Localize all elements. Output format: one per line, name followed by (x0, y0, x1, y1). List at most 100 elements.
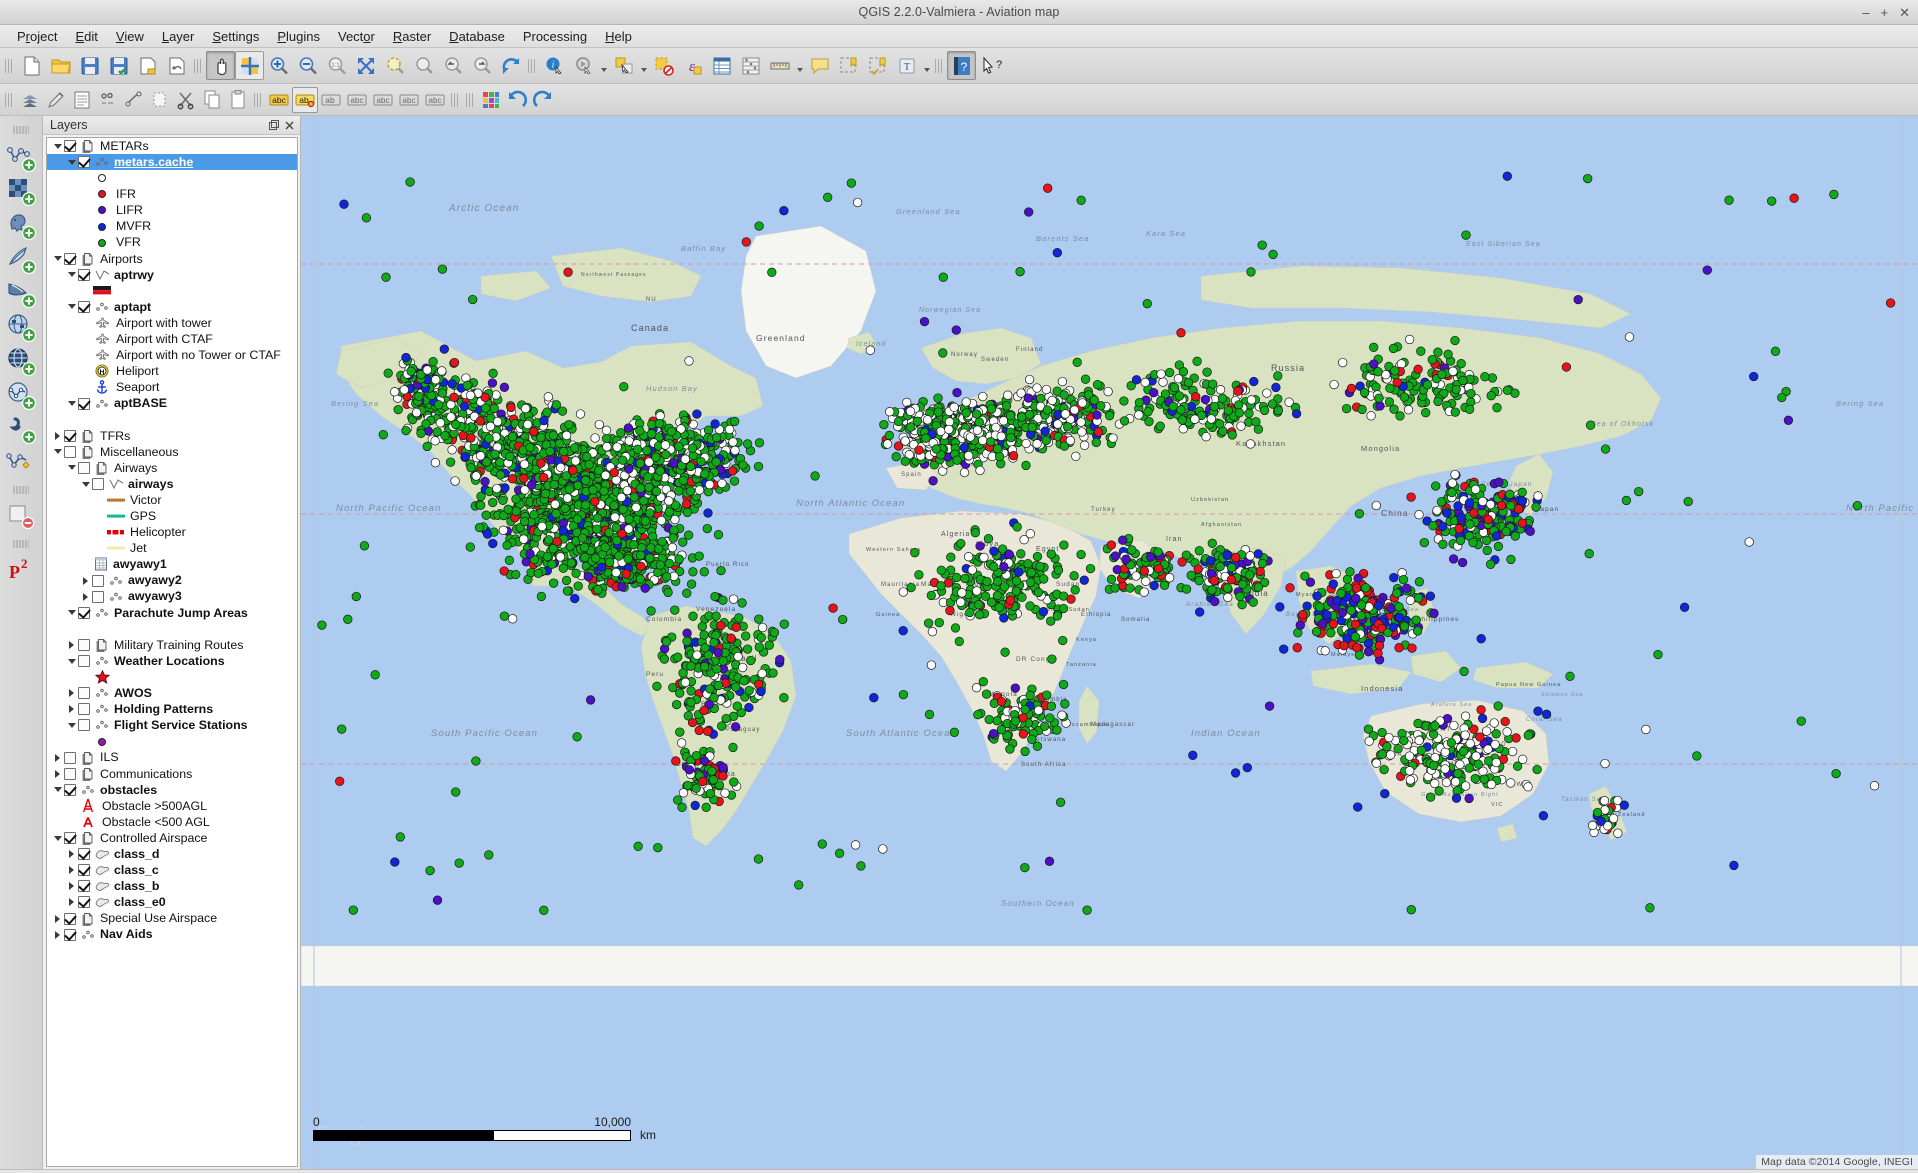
menu-database[interactable]: Database (440, 26, 514, 47)
collapse-arrow-icon[interactable] (65, 461, 78, 474)
legend-symbol-row[interactable] (47, 669, 297, 685)
text-annotation-icon[interactable]: T (892, 51, 921, 80)
toolbar-grip[interactable] (466, 88, 475, 111)
layer-row-parachute-jump-areas[interactable]: Parachute Jump Areas (47, 605, 297, 621)
label-pin-icon[interactable]: abc (396, 87, 422, 113)
legend-symbol-row[interactable] (47, 733, 297, 749)
layer-row-holding-patterns[interactable]: Holding Patterns (47, 701, 297, 717)
collapse-arrow-icon[interactable] (65, 719, 78, 732)
layer-row-aptbase[interactable]: aptBASE (47, 396, 297, 412)
run-feature-action-icon[interactable] (569, 51, 598, 80)
layer-row-communications[interactable]: Communications (47, 766, 297, 782)
menu-project[interactable]: Project (8, 26, 66, 47)
layer-row-class-b[interactable]: class_b (47, 878, 297, 894)
layer-row-awos[interactable]: AWOS (47, 685, 297, 701)
composer-manager-icon[interactable] (162, 51, 191, 80)
toolbar-grip[interactable] (5, 54, 14, 77)
legend-symbol-row[interactable] (47, 283, 297, 299)
label-layer-icon[interactable]: abc (266, 87, 292, 113)
layer-row-miscellaneous[interactable]: Miscellaneous (47, 444, 297, 460)
layer-visibility-checkbox[interactable] (64, 429, 76, 442)
chevron-down-icon[interactable] (598, 53, 609, 79)
layer-row-controlled-airspace[interactable]: Controlled Airspace (47, 830, 297, 846)
label-change-icon[interactable]: abc (370, 87, 396, 113)
add-wfs-layer-icon[interactable] (4, 378, 38, 412)
layer-row-jet[interactable]: Jet (47, 540, 297, 556)
toolbar-grip[interactable] (451, 88, 460, 111)
add-wcs-layer-icon[interactable] (4, 344, 38, 378)
legend-symbol-row[interactable] (47, 621, 297, 637)
collapse-arrow-icon[interactable] (51, 445, 64, 458)
layer-visibility-checkbox[interactable] (78, 268, 90, 281)
add-vector-layer-icon[interactable] (4, 140, 38, 174)
label-move-icon[interactable]: ab (318, 87, 344, 113)
add-wms-layer-icon[interactable] (4, 310, 38, 344)
remove-layer-icon[interactable] (4, 500, 38, 534)
layer-row-airways[interactable]: airways (47, 476, 297, 492)
layer-visibility-checkbox[interactable] (78, 703, 90, 716)
toolbar-grip[interactable] (254, 88, 263, 111)
zoom-in-icon[interactable] (264, 51, 293, 80)
node-tool-icon[interactable] (121, 87, 147, 113)
map-canvas[interactable]: Arctic Ocean Greenland Sea Barents Sea Kara… (301, 116, 1918, 1169)
open-attribute-table-icon[interactable] (707, 51, 736, 80)
layer-visibility-checkbox[interactable] (78, 300, 90, 313)
collapse-arrow-icon[interactable] (51, 832, 64, 845)
refresh-icon[interactable] (496, 51, 525, 80)
layer-visibility-checkbox[interactable] (78, 848, 90, 861)
layer-row-helicopter[interactable]: Helicopter (47, 524, 297, 540)
layer-row-class-e0[interactable]: class_e0 (47, 894, 297, 910)
layer-row-aptapt[interactable]: aptapt (47, 299, 297, 315)
expand-arrow-icon[interactable] (65, 638, 78, 651)
zoom-next-icon[interactable] (467, 51, 496, 80)
rail-grip[interactable] (13, 485, 29, 494)
layer-row-victor[interactable]: Victor (47, 492, 297, 508)
pan-to-selection-icon[interactable] (235, 51, 264, 80)
select-features-icon[interactable] (609, 51, 638, 80)
menu-help[interactable]: Help (596, 26, 641, 47)
panel-close-icon[interactable] (283, 119, 296, 132)
deselect-features-icon[interactable] (649, 51, 678, 80)
rail-grip[interactable] (13, 125, 29, 134)
layer-row-obstacle-500agl[interactable]: Obstacle >500AGL (47, 798, 297, 814)
layer-visibility-checkbox[interactable] (64, 140, 76, 153)
measure-line-icon[interactable] (765, 51, 794, 80)
layer-visibility-checkbox[interactable] (78, 719, 90, 732)
layer-row-weather-locations[interactable]: Weather Locations (47, 653, 297, 669)
expand-arrow-icon[interactable] (65, 687, 78, 700)
expand-arrow-icon[interactable] (51, 429, 64, 442)
add-mssql-layer-icon[interactable] (4, 276, 38, 310)
label-rotate-icon[interactable]: abc (344, 87, 370, 113)
expand-arrow-icon[interactable] (65, 896, 78, 909)
layer-row-heliport[interactable]: H Heliport (47, 363, 297, 379)
expand-arrow-icon[interactable] (65, 848, 78, 861)
layer-row-aptrwy[interactable]: aptrwy (47, 267, 297, 283)
toolbar-grip[interactable] (935, 54, 944, 77)
map-tips-icon[interactable] (805, 51, 834, 80)
layer-visibility-checkbox[interactable] (78, 687, 90, 700)
layer-row-airport-with-tower[interactable]: Airport with tower (47, 315, 297, 331)
close-button[interactable]: ✕ (1899, 6, 1910, 19)
layer-row-airport-with-ctaf[interactable]: Airport with CTAF (47, 331, 297, 347)
layer-visibility-checkbox[interactable] (64, 912, 76, 925)
layer-row-gps[interactable]: GPS (47, 508, 297, 524)
layer-visibility-checkbox[interactable] (78, 156, 90, 169)
open-project-icon[interactable] (46, 51, 75, 80)
add-spatialite-layer-icon[interactable] (4, 242, 38, 276)
layer-visibility-checkbox[interactable] (64, 832, 76, 845)
zoom-to-layer-icon[interactable] (409, 51, 438, 80)
layer-row-nav-aids[interactable]: Nav Aids (47, 927, 297, 943)
collapse-arrow-icon[interactable] (51, 140, 64, 153)
layer-row-awyawy3[interactable]: awyawy3 (47, 589, 297, 605)
layer-row-mvfr[interactable]: MVFR (47, 218, 297, 234)
layer-visibility-checkbox[interactable] (64, 783, 76, 796)
redo-icon[interactable] (530, 87, 556, 113)
style-manager-icon[interactable] (478, 87, 504, 113)
map-graphic[interactable]: Arctic Ocean Greenland SeaBarents SeaKara… (301, 116, 1918, 1169)
chevron-down-icon[interactable] (921, 53, 932, 79)
toolbar-grip[interactable] (5, 88, 14, 111)
legend-symbol-row[interactable] (47, 170, 297, 186)
zoom-out-icon[interactable] (293, 51, 322, 80)
paste-features-icon[interactable] (225, 87, 251, 113)
toolbar-grip[interactable] (528, 54, 537, 77)
